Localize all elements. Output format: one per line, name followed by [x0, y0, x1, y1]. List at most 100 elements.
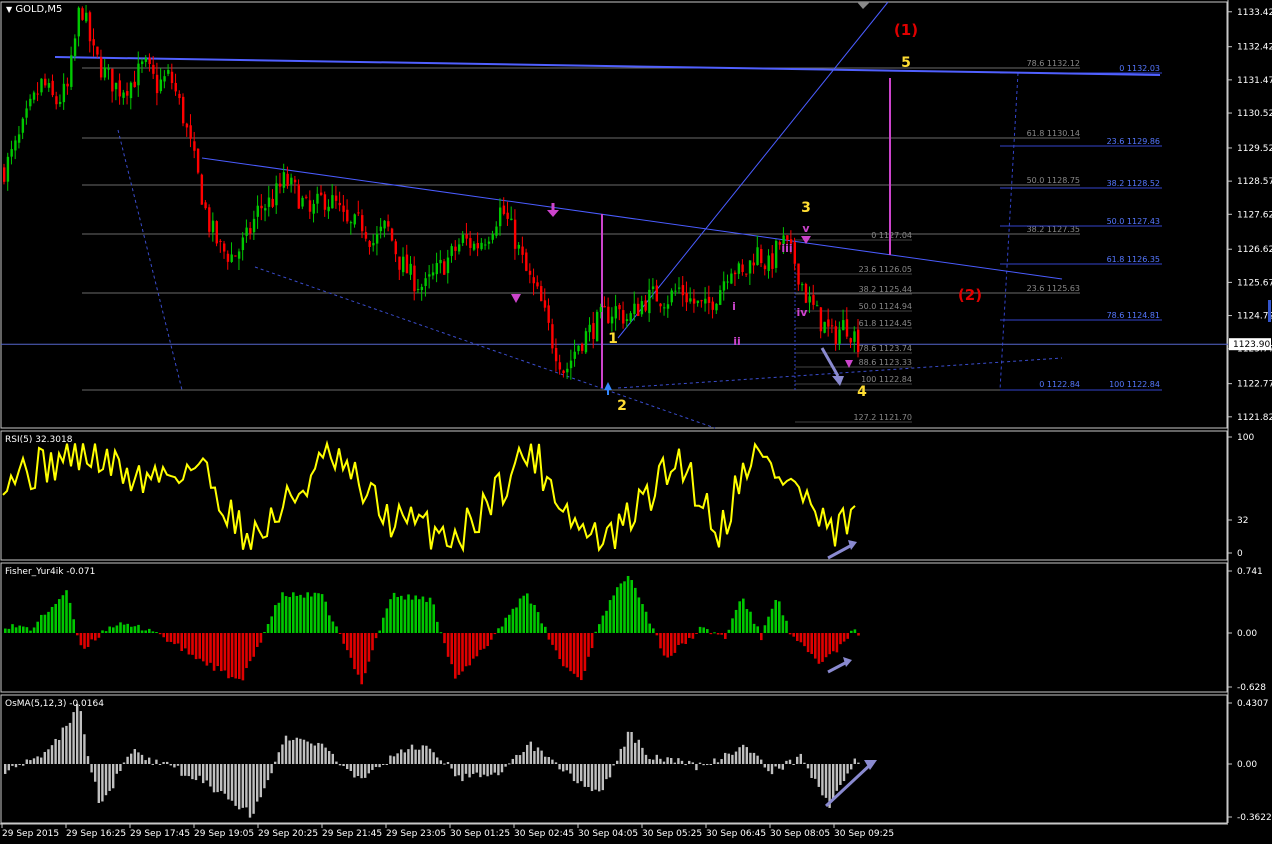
fisher-bar — [605, 610, 608, 633]
fisher-bar — [446, 633, 450, 657]
fisher-bar — [727, 629, 731, 633]
fisher-tick-label: -0.628 — [1237, 683, 1266, 693]
fisher-bar — [767, 616, 770, 633]
candle-body — [435, 263, 438, 275]
candle-body — [517, 244, 521, 249]
fisher-bar — [486, 633, 489, 647]
fisher-bar — [749, 611, 752, 633]
time-tick-label: 29 Sep 16:25 — [66, 829, 126, 839]
fisher-bar — [274, 605, 277, 633]
fisher-bar — [518, 598, 522, 633]
fisher-bar — [400, 595, 403, 633]
fisher-bar — [821, 633, 824, 662]
dropdown-triangle-icon[interactable]: ▼ — [6, 5, 12, 14]
fisher-bar — [464, 633, 468, 667]
candle-body — [361, 215, 364, 232]
osma-bar — [594, 764, 597, 790]
osma-bar — [310, 743, 313, 764]
candle-body — [648, 289, 651, 314]
candle-body — [760, 249, 763, 264]
fib-level-label: 78.6 1132.12 — [1027, 59, 1080, 68]
rsi-line — [2, 439, 856, 553]
candle-body — [469, 238, 472, 248]
candle-body — [592, 323, 595, 339]
candle-body — [685, 292, 688, 303]
fisher-bar — [137, 624, 140, 633]
fisher-bar — [497, 628, 500, 633]
osma-bar — [94, 764, 97, 782]
candle-body — [797, 263, 800, 285]
osma-bar — [137, 752, 140, 764]
osma-bar — [839, 764, 842, 785]
candle-body — [845, 319, 849, 337]
candle-body — [140, 61, 144, 65]
fisher-bar — [587, 633, 590, 657]
fisher-bar — [428, 597, 432, 633]
wave-label-4: 4 — [857, 384, 867, 400]
price-tick-label: 1124.72 — [1237, 312, 1272, 322]
osma-bar — [630, 731, 633, 764]
candle-body — [364, 232, 368, 239]
price-tick-label: 1133.42 — [1237, 8, 1272, 18]
candle-body — [398, 256, 401, 270]
price-chart-svg[interactable]: 1133.42 1132.42 1131.47 1130.52 1129.52 1128.… — [0, 0, 1272, 844]
candle-body — [700, 300, 703, 302]
fisher-bar — [763, 625, 767, 633]
candle-body — [402, 256, 405, 273]
osma-bar — [540, 750, 543, 764]
candle-body — [25, 108, 28, 118]
fisher-bar — [832, 633, 835, 652]
trading-chart-window[interactable]: 1133.42 1132.42 1131.47 1130.52 1129.52 1128.… — [0, 0, 1272, 844]
fib-mid-label: 50.0 1124.94 — [859, 302, 912, 311]
candle-body — [129, 82, 133, 99]
fib-mid-label: 127.2 1121.70 — [853, 413, 912, 422]
osma-bar — [238, 764, 241, 810]
candle-body — [733, 272, 737, 275]
time-tick-label: 30 Sep 09:25 — [834, 829, 894, 839]
osma-bar — [47, 749, 50, 764]
fisher-bar — [61, 595, 65, 633]
fisher-bar — [133, 626, 137, 633]
candle-body — [681, 285, 685, 296]
candle-body — [726, 281, 729, 283]
fisher-bar — [259, 633, 263, 643]
osma-bar — [22, 764, 25, 766]
candle-body — [245, 227, 248, 236]
fisher-bar — [205, 633, 209, 666]
fisher-bar — [680, 633, 684, 644]
time-tick-label: 30 Sep 05:25 — [642, 829, 702, 839]
fisher-bar — [594, 631, 597, 633]
osma-bar — [688, 760, 691, 764]
fisher-bar — [745, 609, 749, 633]
osma-bar — [752, 752, 756, 764]
fisher-bar — [461, 633, 464, 672]
fisher-bar — [302, 597, 306, 633]
osma-bar — [544, 756, 547, 764]
fisher-bar — [14, 627, 18, 633]
candle-body — [666, 304, 670, 309]
candle-body — [812, 295, 815, 305]
candle-body — [815, 305, 819, 307]
candle-body — [96, 46, 99, 55]
osma-bar — [360, 764, 363, 779]
osma-bar — [536, 747, 540, 764]
candle-body — [92, 39, 95, 46]
osma-bar — [234, 764, 237, 806]
candle-body — [174, 82, 177, 92]
osma-bar — [302, 739, 306, 764]
candle-body — [584, 331, 588, 353]
osma-bar — [292, 739, 295, 764]
osma-bar — [187, 764, 190, 777]
osma-bar — [173, 764, 176, 768]
fisher-bar — [569, 633, 572, 672]
osma-bar — [191, 764, 194, 780]
osma-bar — [162, 762, 165, 764]
osma-bar — [634, 742, 637, 764]
fisher-bar — [338, 633, 342, 634]
candle-body — [413, 265, 416, 292]
candle-body — [51, 80, 54, 96]
osma-bar — [169, 764, 172, 766]
candle-body — [521, 246, 524, 255]
candle-body — [241, 237, 245, 251]
candle-body — [588, 324, 591, 333]
